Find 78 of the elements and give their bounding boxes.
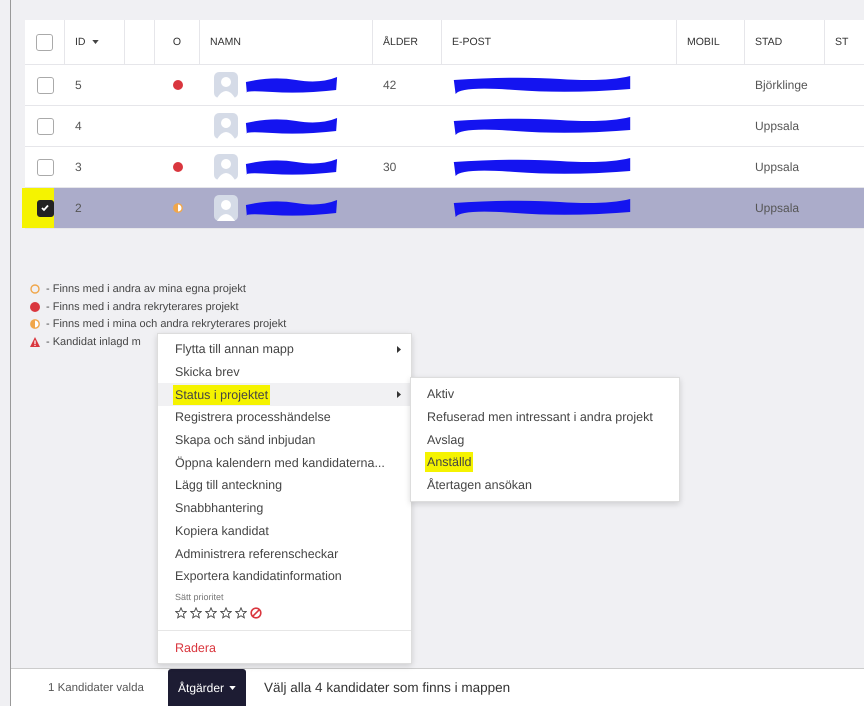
menu-item-label: Skapa och sänd inbjudan (175, 433, 316, 448)
checkbox[interactable] (36, 118, 54, 134)
menu-item-label: Flytta till annan mapp (175, 342, 294, 356)
menu-item-label: Administrera referenscheckar (175, 546, 338, 561)
avatar-icon (214, 113, 238, 139)
menu-item-label: Kopiera kandidat (175, 524, 269, 538)
menu-item-label: Skicka brev (175, 365, 240, 380)
menu-item[interactable]: Lägg till anteckning (158, 474, 411, 497)
star-icon[interactable] (190, 606, 202, 619)
star-icon[interactable] (175, 606, 187, 619)
menu-item-label: Anställd (425, 452, 474, 472)
menu-item[interactable]: Registrera processhändelse (158, 406, 411, 429)
menu-item-label: Avslag (427, 432, 464, 447)
menu-item-label: Status i projektet (173, 384, 270, 405)
column-header[interactable]: STAD (755, 36, 782, 48)
legend-text: - Finns med i andra rekryterares projekt (46, 300, 239, 312)
avatar-icon (214, 195, 238, 221)
clear-priority-icon[interactable] (250, 606, 262, 619)
menu-item[interactable]: Kopiera kandidat (158, 520, 411, 542)
column-header[interactable]: NAMN (210, 36, 241, 48)
menu-item-label: Exportera kandidatinformation (175, 569, 342, 584)
menu-item[interactable]: Refuserad men intressant i andra projekt (411, 406, 679, 428)
avatar-icon (214, 72, 238, 98)
menu-item-label: Registrera processhändelse (175, 410, 331, 424)
avatar-icon (214, 154, 238, 180)
column-header[interactable]: ÅLDER (383, 36, 418, 48)
table-row[interactable]: 4 Uppsala (25, 106, 864, 147)
menu-item-label: Öppna kalendern med kandidaterna... (175, 456, 385, 470)
column-header[interactable]: O (172, 36, 182, 48)
checkbox[interactable] (36, 76, 54, 94)
menu-item[interactable]: Återtagen ansökan (411, 474, 679, 496)
table-cell: 2 (75, 201, 82, 215)
menu-item-label: Snabbhantering (175, 501, 264, 516)
star-icon[interactable] (205, 606, 217, 619)
table-cell: 4 (75, 119, 82, 133)
column-header[interactable]: ID (75, 36, 86, 48)
menu-item[interactable]: Status i projektet (158, 383, 411, 406)
legend-text: - Finns med i andra av mina egna projekt (46, 283, 246, 295)
table-cell: Uppsala (755, 160, 800, 174)
checkbox[interactable] (36, 34, 53, 50)
table-cell: 5 (75, 78, 82, 92)
selection-count: 1 Kandidater valda (48, 682, 145, 694)
menu-item[interactable]: Administrera referenscheckar (158, 542, 411, 565)
sort-caret-icon (92, 40, 98, 44)
table-cell: 42 (383, 78, 396, 92)
menu-item[interactable]: Anställd (411, 451, 679, 474)
delete-menu-item[interactable]: Radera (158, 636, 411, 660)
star-icon[interactable] (235, 606, 247, 619)
caret-icon (229, 686, 236, 690)
table-cell: 30 (383, 160, 396, 174)
legend-text: - Kandidat inlagd m (46, 336, 141, 348)
menu-item-label: Återtagen ansökan (427, 478, 532, 492)
priority-label: Sätt prioritet (174, 590, 225, 602)
table-cell: Björklinge (755, 78, 808, 92)
menu-item[interactable]: Flytta till annan mapp (158, 338, 411, 361)
menu-item[interactable]: Skapa och sänd inbjudan (158, 428, 411, 452)
menu-item-label: Refuserad men intressant i andra projekt (427, 410, 653, 424)
table-cell: Uppsala (755, 119, 800, 133)
checkbox[interactable] (36, 158, 54, 176)
table-cell: Uppsala (755, 201, 800, 215)
menu-item[interactable]: Öppna kalendern med kandidaterna... (158, 451, 411, 474)
legend-text: - Finns med i mina och andra rekryterares projekt (46, 318, 286, 330)
menu-item[interactable]: Exportera kandidatinformation (158, 564, 411, 588)
column-header[interactable]: MOBIL (687, 36, 720, 48)
menu-item-label: Lägg till anteckning (175, 478, 282, 492)
menu-item[interactable]: Aktiv (411, 383, 679, 406)
star-icon[interactable] (220, 606, 232, 619)
column-header[interactable]: E-POST (452, 36, 492, 48)
menu-item-label: Aktiv (427, 387, 454, 402)
menu-item[interactable]: Avslag (411, 428, 679, 452)
checkmark-icon (40, 203, 50, 213)
table-row[interactable]: 5 42 Björklinge (25, 65, 864, 106)
menu-item[interactable]: Skicka brev (158, 360, 411, 384)
actions-button[interactable]: Åtgärder (168, 669, 246, 706)
table-cell: 3 (75, 160, 82, 174)
select-all-link[interactable]: Välj alla 4 kandidater som finns i mappen (264, 680, 510, 695)
column-header[interactable]: ST (835, 36, 848, 48)
menu-item[interactable]: Snabbhantering (158, 496, 411, 520)
